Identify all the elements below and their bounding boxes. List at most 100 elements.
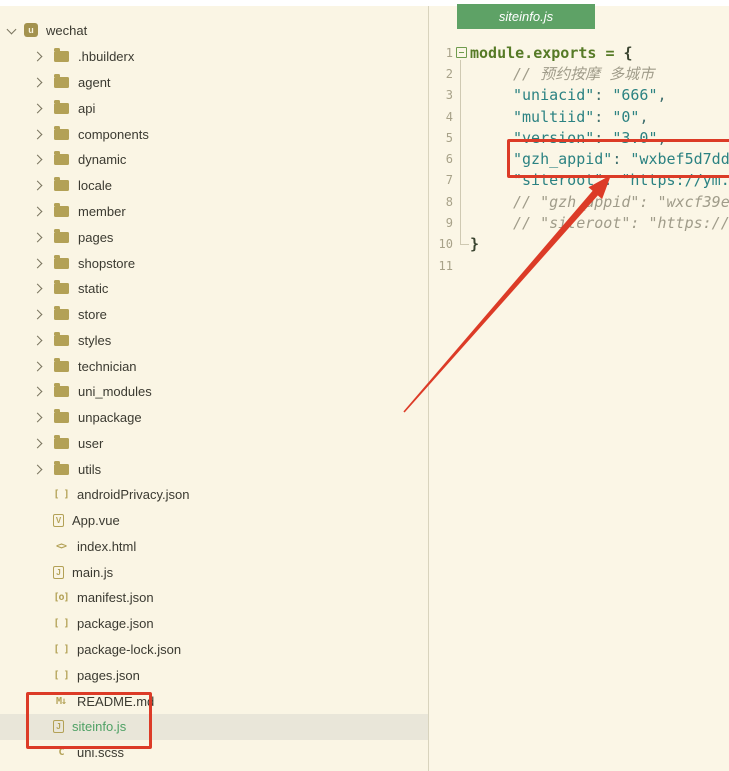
chevron-right-icon[interactable] (33, 103, 43, 113)
tree-item-label: uni_modules (78, 384, 152, 399)
tree-item-uni-modules[interactable]: uni_modules (0, 379, 428, 405)
code-line-8: 8// "gzh_appid": "wxcf39e3 (429, 191, 729, 212)
tree-item-agent[interactable]: agent (0, 70, 428, 96)
tree-item-siteinfo-js[interactable]: Jsiteinfo.js (0, 714, 428, 740)
editor-panel[interactable]: siteinfo.js 1module.exports = {2// 预约按摩 … (429, 0, 729, 771)
tab-label: siteinfo.js (499, 9, 553, 24)
json-file-icon: [ ] (53, 617, 69, 631)
tree-item-label: package-lock.json (77, 642, 181, 657)
folder-icon (54, 283, 69, 294)
chevron-right-icon[interactable] (33, 438, 43, 448)
tree-item-label: siteinfo.js (72, 719, 126, 734)
tree-item-app-vue[interactable]: VApp.vue (0, 508, 428, 534)
chevron-right-icon[interactable] (33, 78, 43, 88)
tree-item-store[interactable]: store (0, 302, 428, 328)
tab-siteinfo-js[interactable]: siteinfo.js (457, 4, 595, 29)
tree-item-label: agent (78, 75, 111, 90)
tree-item-label: package.json (77, 616, 154, 631)
code-line-7: 7"siteroot": "https://ym.w (429, 170, 729, 191)
js-file-icon: J (53, 720, 64, 733)
file-tree-panel[interactable]: u wechat .hbuilderx agent apicomponentsdyn… (0, 0, 428, 771)
chevron-right-icon[interactable] (33, 155, 43, 165)
code-line-5: 5 "version": "3.0", (429, 127, 729, 148)
chevron-down-icon[interactable] (7, 24, 17, 34)
tree-item-manifest-json[interactable]: [o] manifest.json (0, 585, 428, 611)
tree-item-unpackage[interactable]: unpackage (0, 405, 428, 431)
folder-icon (54, 77, 69, 88)
panel-divider[interactable] (428, 6, 429, 771)
code-text: "siteroot": "https://ym.w (470, 171, 729, 189)
line-number: 2 (429, 67, 453, 81)
code-text: "uniacid": "666", (470, 86, 667, 104)
scss-file-icon: C (53, 746, 69, 760)
tree-item-pages[interactable]: pages (0, 224, 428, 250)
chevron-right-icon[interactable] (33, 310, 43, 320)
folder-icon (54, 154, 69, 165)
tree-item-locale[interactable]: locale (0, 173, 428, 199)
manifest-file-icon: [o] (53, 591, 69, 605)
tree-item-index-html[interactable]: <>index.html (0, 534, 428, 560)
chevron-right-icon[interactable] (33, 284, 43, 294)
tree-item--hbuilderx[interactable]: .hbuilderx (0, 44, 428, 70)
hbuilderx-window: u wechat .hbuilderx agent apicomponentsdyn… (0, 0, 729, 771)
chevron-right-icon[interactable] (33, 413, 43, 423)
chevron-right-icon[interactable] (33, 464, 43, 474)
md-file-icon: M↓ (53, 694, 69, 708)
chevron-right-icon[interactable] (33, 129, 43, 139)
tree-item-label: styles (78, 333, 111, 348)
tree-item-api[interactable]: api (0, 96, 428, 122)
tree-item-utils[interactable]: utils (0, 456, 428, 482)
tree-item-label: manifest.json (77, 590, 154, 605)
chevron-right-icon[interactable] (33, 232, 43, 242)
chevron-right-icon[interactable] (33, 387, 43, 397)
tree-item-technician[interactable]: technician (0, 353, 428, 379)
tree-item-readme-md[interactable]: M↓ README.md (0, 688, 428, 714)
tree-item-static[interactable]: static (0, 276, 428, 302)
tree-item-label: static (78, 281, 108, 296)
code-line-4: 4"multiid": "0", (429, 106, 729, 127)
line-number: 11 (429, 259, 453, 273)
code-text: module.exports = { (470, 44, 633, 62)
uniapp-project-icon: u (24, 23, 38, 37)
folder-icon (54, 335, 69, 346)
line-number: 8 (429, 195, 453, 209)
folder-icon (54, 129, 69, 140)
tree-item-label: pages (78, 230, 113, 245)
fold-toggle-icon[interactable] (456, 47, 467, 58)
tree-item-member[interactable]: member (0, 199, 428, 225)
tree-item-styles[interactable]: styles (0, 327, 428, 353)
tree-item-wechat[interactable]: u wechat (0, 17, 428, 43)
tree-item-label: locale (78, 178, 112, 193)
tree-item-dynamic[interactable]: dynamic (0, 147, 428, 173)
folder-icon (54, 51, 69, 62)
line-number: 4 (429, 110, 453, 124)
tree-item-label: README.md (77, 694, 154, 709)
chevron-right-icon[interactable] (33, 335, 43, 345)
chevron-right-icon[interactable] (33, 258, 43, 268)
tree-item-components[interactable]: components (0, 121, 428, 147)
tree-item-main-js[interactable]: Jmain.js (0, 559, 428, 585)
folder-icon (54, 464, 69, 475)
chevron-right-icon[interactable] (33, 52, 43, 62)
tree-item-label: user (78, 436, 103, 451)
code-text: "version": "3.0", (470, 129, 667, 147)
tree-item-package-json[interactable]: [ ] package.json (0, 611, 428, 637)
folder-icon (54, 412, 69, 423)
code-lines[interactable]: 1module.exports = {2// 预约按摩 多城市3"uniacid… (429, 42, 729, 276)
chevron-right-icon[interactable] (33, 181, 43, 191)
json-file-icon: [ ] (53, 668, 69, 682)
tree-item-package-lock-json[interactable]: [ ] package-lock.json (0, 637, 428, 663)
tree-item-androidprivacy-json[interactable]: [ ]androidPrivacy.json (0, 482, 428, 508)
tree-item-shopstore[interactable]: shopstore (0, 250, 428, 276)
json-file-icon: [ ] (53, 642, 69, 656)
chevron-right-icon[interactable] (33, 207, 43, 217)
line-number: 6 (429, 152, 453, 166)
line-number: 5 (429, 131, 453, 145)
tree-item-pages-json[interactable]: [ ] pages.json (0, 662, 428, 688)
chevron-right-icon[interactable] (33, 361, 43, 371)
tree-item-label: pages.json (77, 668, 140, 683)
tree-item-user[interactable]: user (0, 430, 428, 456)
tree-item-uni-scss[interactable]: Cuni.scss (0, 740, 428, 766)
folder-icon (54, 103, 69, 114)
code-line-10: 10} (429, 234, 729, 255)
